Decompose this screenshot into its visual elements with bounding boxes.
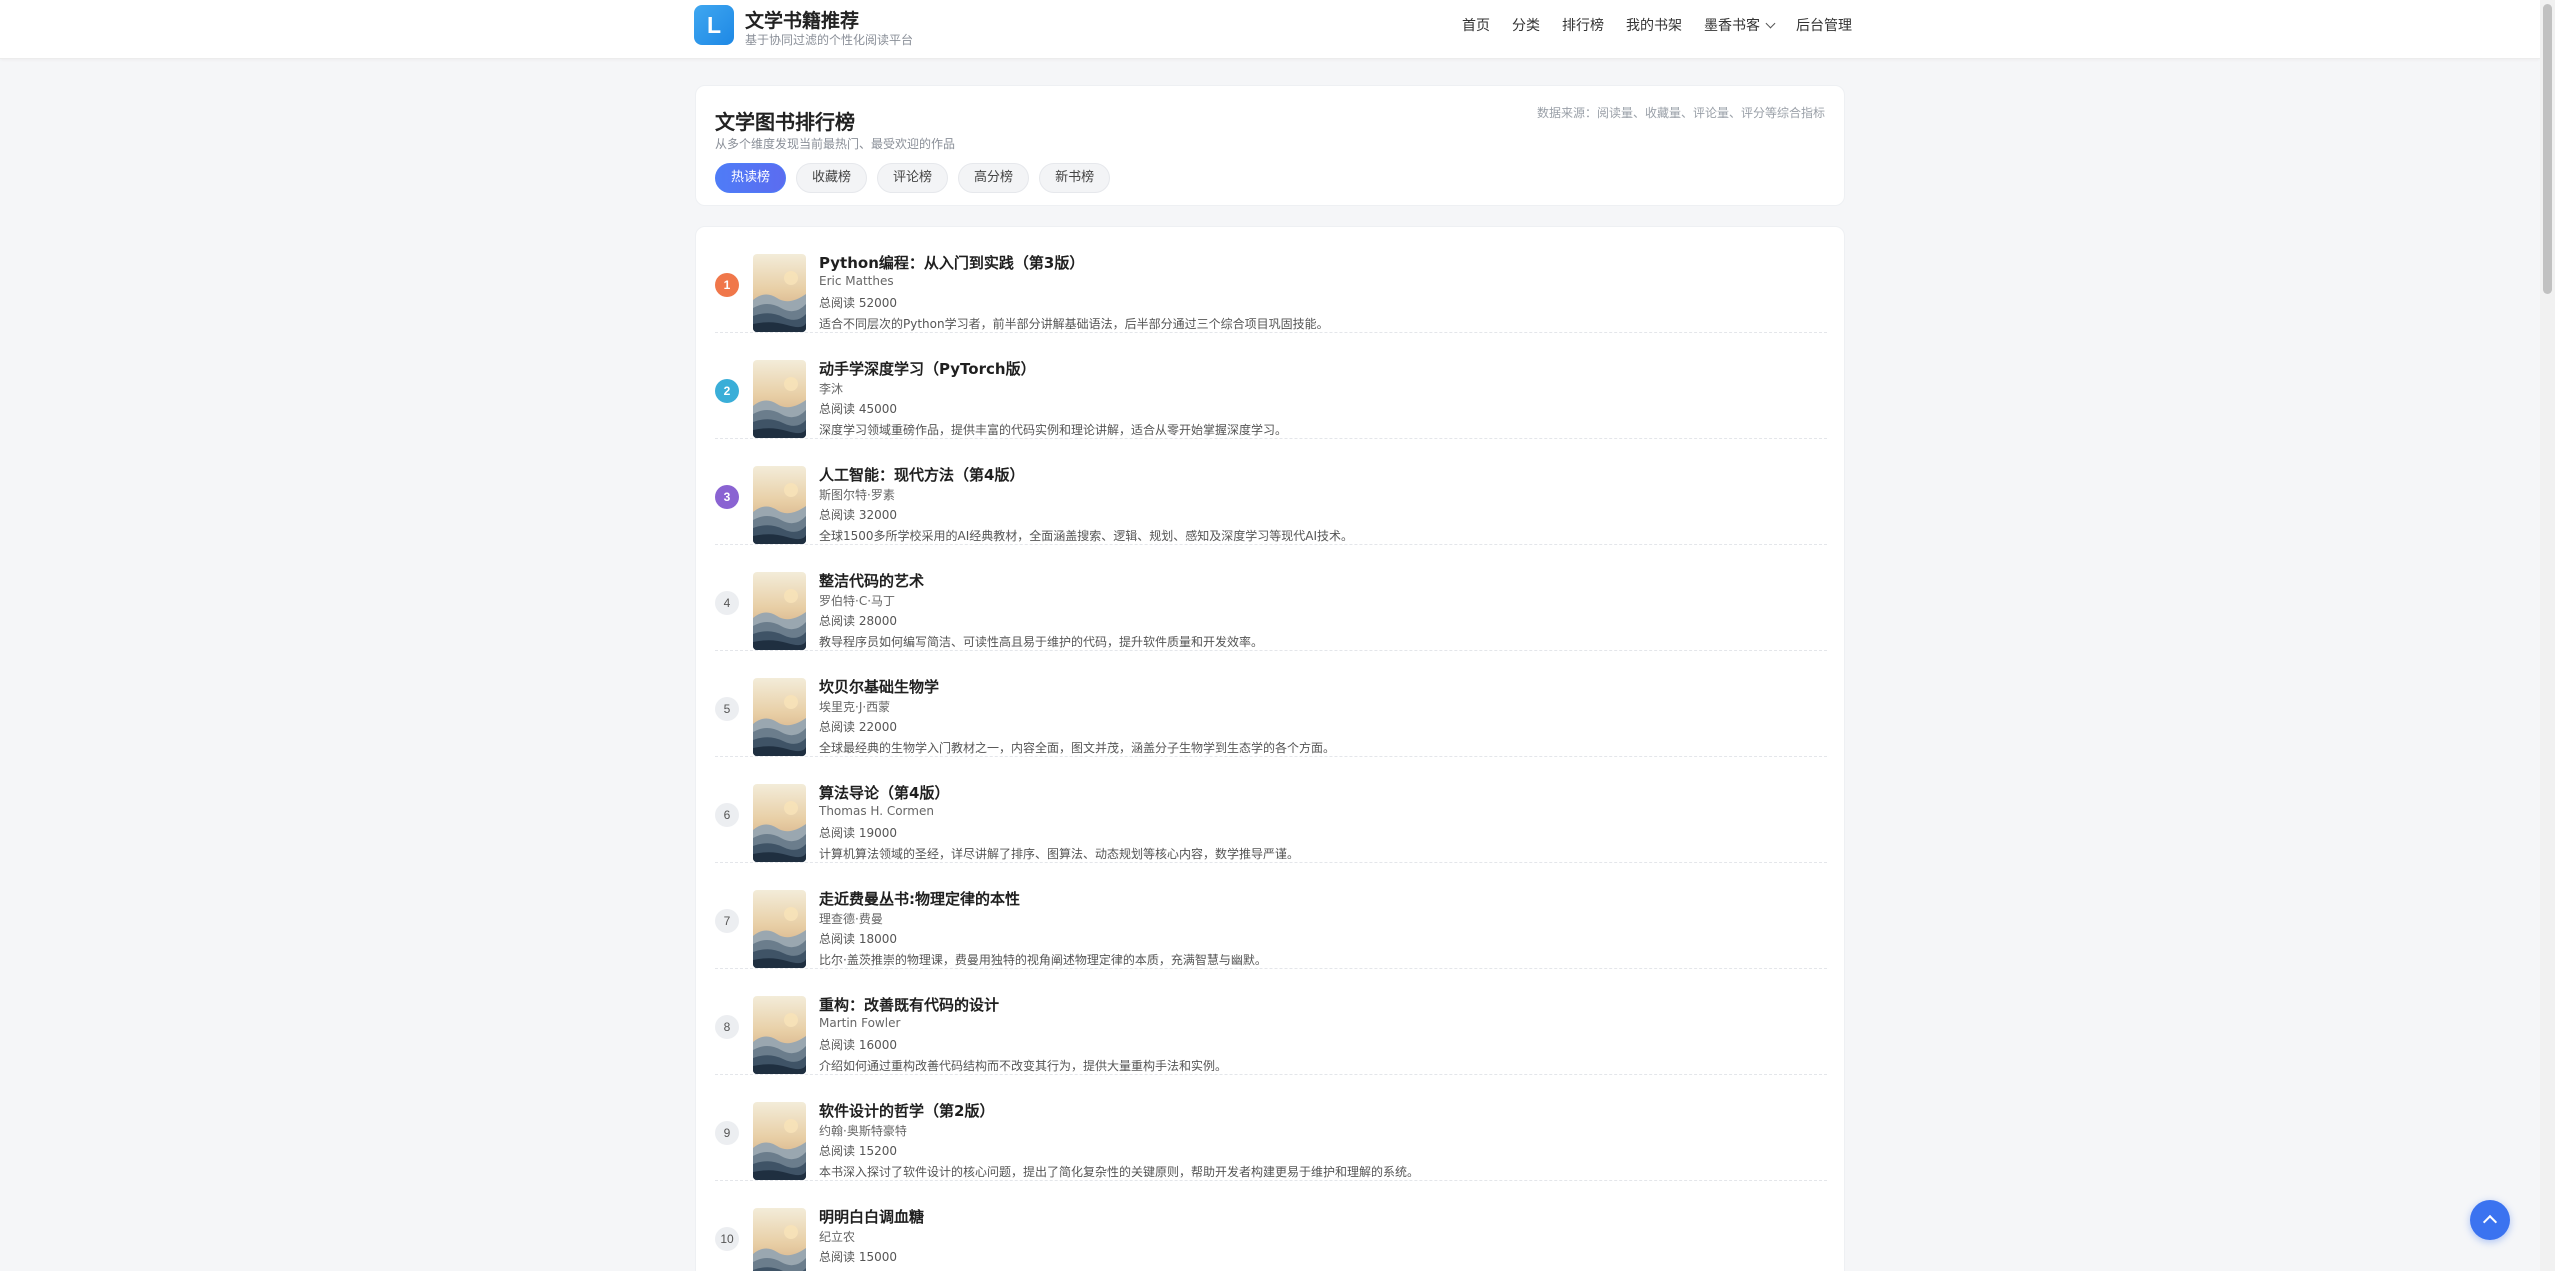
book-ranking-list: 1 Python编程：从入门到实践（第3版） Eric Matthes 总阅读 520… [695,226,1845,1271]
arrow-up-icon [2482,1214,2498,1230]
tab-hot-reading[interactable]: 热读榜 [715,163,787,193]
book-read-count: 总阅读 45000 [819,402,897,416]
book-author: 纪立农 [819,1230,856,1244]
book-description: 全球1500多所学校采用的AI经典教材，全面涵盖搜索、逻辑、规划、感知及深度学习… [819,529,1354,543]
book-row[interactable]: 4 整洁代码的艺术罗伯特·C·马丁 总阅读 28000 教导程序员如何编写简洁、可读性… [715,545,1827,651]
book-cover[interactable] [753,1208,806,1271]
back-to-top-button[interactable] [2470,1200,2510,1240]
book-row[interactable]: 6 算法导论（第4版） Thomas H. Cormen 总阅读 19000 计算机算法… [715,757,1827,863]
book-read-count: 总阅读 19000 [819,826,897,840]
book-read-count: 总阅读 32000 [819,508,897,522]
nav-home[interactable]: 首页 [1462,15,1490,35]
page-scrollbar[interactable] [2540,0,2555,1271]
rank-badge: 4 [715,591,739,615]
book-read-count: 总阅读 15000 [819,1250,897,1264]
rank-badge: 3 [715,485,739,509]
nav-category[interactable]: 分类 [1512,15,1540,35]
book-author: 斯图尔特·罗素 [819,488,895,502]
tab-favorites[interactable]: 收藏榜 [796,163,868,193]
book-row[interactable]: 5 坎贝尔基础生物学埃里克·J·西蒙 总阅读 22000 全球最经典的生物学入门教材之… [715,651,1827,757]
book-cover[interactable] [753,572,806,650]
book-title[interactable]: 重构：改善既有代码的设计 [819,994,999,1015]
book-author: 李沐 [819,382,844,396]
top-header: L 文学书籍推荐 基于协同过滤的个性化阅读平台 首页 分类 排行榜 我的书架 墨… [0,0,2540,59]
book-read-count: 总阅读 16000 [819,1038,897,1052]
ranking-header-card: 文学图书排行榜 从多个维度发现当前最热门、最受欢迎的作品 数据来源：阅读量、收藏… [695,85,1845,206]
user-menu[interactable]: 墨香书客 [1704,15,1776,35]
book-author: Martin Fowler [819,1016,901,1030]
brand-name[interactable]: 文学书籍推荐 [745,6,859,33]
book-cover[interactable] [753,996,806,1074]
book-row[interactable]: 7 走近费曼丛书:物理定律的本性理查德·费曼 总阅读 18000 比尔·盖茨推崇的物理… [715,863,1827,969]
book-cover[interactable] [753,678,806,756]
book-description: 教导程序员如何编写简洁、可读性高且易于维护的代码，提升软件质量和开发效率。 [819,635,1264,649]
book-read-count: 总阅读 28000 [819,614,897,628]
tab-top-rated[interactable]: 高分榜 [958,163,1030,193]
rank-badge: 2 [715,379,739,403]
book-description: 本书深入探讨了软件设计的核心问题，提出了简化复杂性的关键原则，帮助开发者构建更易… [819,1165,1420,1179]
main-nav: 首页 分类 排行榜 我的书架 墨香书客 后台管理 [1462,14,1852,36]
book-read-count: 总阅读 52000 [819,296,897,310]
nav-ranking[interactable]: 排行榜 [1562,15,1604,35]
book-description: 深度学习领域重磅作品，提供丰富的代码实例和理论讲解，适合从零开始掌握深度学习。 [819,423,1288,437]
book-cover[interactable] [753,784,806,862]
book-row[interactable]: 8 重构：改善既有代码的设计 Martin Fowler 总阅读 16000 介绍如何通… [715,969,1827,1075]
book-cover[interactable] [753,1102,806,1180]
scrollbar-thumb[interactable] [2543,4,2552,294]
user-name: 墨香书客 [1704,18,1760,34]
nav-bookshelf[interactable]: 我的书架 [1626,15,1682,35]
book-title[interactable]: 明明白白调血糖 [819,1206,924,1227]
book-author: 理查德·费曼 [819,912,883,926]
book-description: 介绍如何通过重构改善代码结构而不改变其行为，提供大量重构手法和实例。 [819,1059,1228,1073]
tab-new-books[interactable]: 新书榜 [1039,163,1111,193]
book-row[interactable]: 2 动手学深度学习（PyTorch版） 李沐总阅读 45000 深度学习领域重磅作品，… [715,333,1827,439]
rank-badge: 7 [715,909,739,933]
book-cover[interactable] [753,890,806,968]
book-description: 全球最经典的生物学入门教材之一，内容全面，图文并茂，涵盖分子生物学到生态学的各个… [819,741,1336,755]
book-author: Eric Matthes [819,274,894,288]
book-read-count: 总阅读 18000 [819,932,897,946]
book-row[interactable]: 10 明明白白调血糖纪立农总阅读 15000 [715,1181,1827,1271]
book-author: 罗伯特·C·马丁 [819,594,896,608]
book-description: 比尔·盖茨推崇的物理课，费曼用独特的视角阐述物理定律的本质，充满智慧与幽默。 [819,953,1267,967]
book-description: 计算机算法领域的圣经，详尽讲解了排序、图算法、动态规划等核心内容，数学推导严谨。 [819,847,1300,861]
rank-badge: 9 [715,1121,739,1145]
rank-badge: 5 [715,697,739,721]
book-row[interactable]: 9 软件设计的哲学（第2版） 约翰·奥斯特豪特 总阅读 15200 本书深入探讨了软件设… [715,1075,1827,1181]
logo-icon[interactable]: L [694,5,734,45]
book-title[interactable]: 人工智能：现代方法（第4版） [819,464,1024,485]
chevron-down-icon [1765,18,1776,28]
ranking-tabs: 热读榜 收藏榜 评论榜 高分榜 新书榜 [715,163,1120,193]
tab-comments[interactable]: 评论榜 [877,163,949,193]
rank-badge: 8 [715,1015,739,1039]
rank-badge: 1 [715,273,739,297]
book-row[interactable]: 1 Python编程：从入门到实践（第3版） Eric Matthes 总阅读 520… [715,227,1827,333]
page-subtitle: 从多个维度发现当前最热门、最受欢迎的作品 [715,137,956,151]
book-cover[interactable] [753,360,806,438]
book-row[interactable]: 3 人工智能：现代方法（第4版） 斯图尔特·罗素 总阅读 32000 全球1500多所学… [715,439,1827,545]
rank-badge: 10 [715,1227,739,1251]
book-title[interactable]: 软件设计的哲学（第2版） [819,1100,994,1121]
book-title[interactable]: Python编程：从入门到实践（第3版） [819,252,1084,273]
page-title: 文学图书排行榜 [715,110,855,134]
book-title[interactable]: 坎贝尔基础生物学 [819,676,939,697]
book-author: 埃里克·J·西蒙 [819,700,891,714]
book-author: 约翰·奥斯特豪特 [819,1124,907,1138]
book-title[interactable]: 算法导论（第4版） [819,782,949,803]
book-title[interactable]: 整洁代码的艺术 [819,570,924,591]
brand-subtitle: 基于协同过滤的个性化阅读平台 [745,33,914,47]
book-title[interactable]: 动手学深度学习（PyTorch版） [819,358,1036,379]
rank-badge: 6 [715,803,739,827]
book-cover[interactable] [753,466,806,544]
book-cover[interactable] [753,254,806,332]
data-source-note: 数据来源：阅读量、收藏量、评论量、评分等综合指标 [1536,106,1825,120]
book-read-count: 总阅读 15200 [819,1144,897,1158]
nav-admin[interactable]: 后台管理 [1796,15,1852,35]
book-description: 适合不同层次的Python学习者，前半部分讲解基础语法，后半部分通过三个综合项目… [819,317,1329,331]
book-read-count: 总阅读 22000 [819,720,897,734]
book-title[interactable]: 走近费曼丛书:物理定律的本性 [819,888,1020,909]
book-author: Thomas H. Cormen [819,804,934,818]
